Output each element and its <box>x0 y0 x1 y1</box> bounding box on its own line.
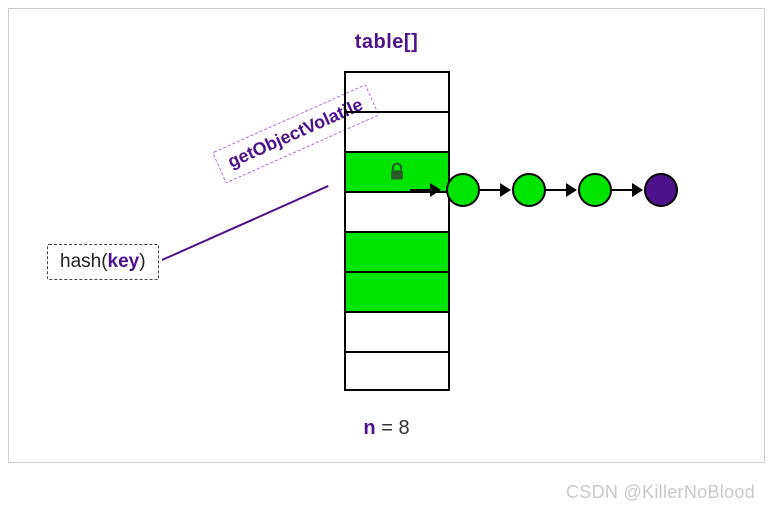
lock-icon <box>387 161 407 183</box>
chain-node-3 <box>644 173 678 207</box>
table-slot-0 <box>346 71 448 111</box>
bucket-to-chain-arrow <box>410 173 442 207</box>
hash-prefix: hash( <box>60 251 108 272</box>
linked-list-chain <box>446 173 678 207</box>
table-slot-7 <box>346 351 448 391</box>
chain-node-0 <box>446 173 480 207</box>
table-slot-6 <box>346 311 448 351</box>
hash-suffix: ) <box>139 251 145 272</box>
hash-table-array <box>344 71 450 391</box>
n-value: = 8 <box>376 417 410 439</box>
chain-arrow-2 <box>612 173 644 207</box>
n-caption: n = 8 <box>363 417 409 440</box>
chain-arrow-1 <box>546 173 578 207</box>
watermark-text: CSDN @KillerNoBlood <box>566 482 755 503</box>
hash-key-box: hash(key) <box>47 244 159 280</box>
chain-node-1 <box>512 173 546 207</box>
table-slot-5 <box>346 271 448 311</box>
hash-to-bucket-line <box>162 185 329 261</box>
chain-node-2 <box>578 173 612 207</box>
diagram-frame: table[] hash(key) getObjectVolatile n = … <box>8 8 765 463</box>
chain-arrow-0 <box>480 173 512 207</box>
table-slot-1 <box>346 111 448 151</box>
n-var: n <box>363 417 375 439</box>
table-slot-4 <box>346 231 448 271</box>
table-title: table[] <box>355 31 419 54</box>
hash-key-text: key <box>108 251 140 272</box>
